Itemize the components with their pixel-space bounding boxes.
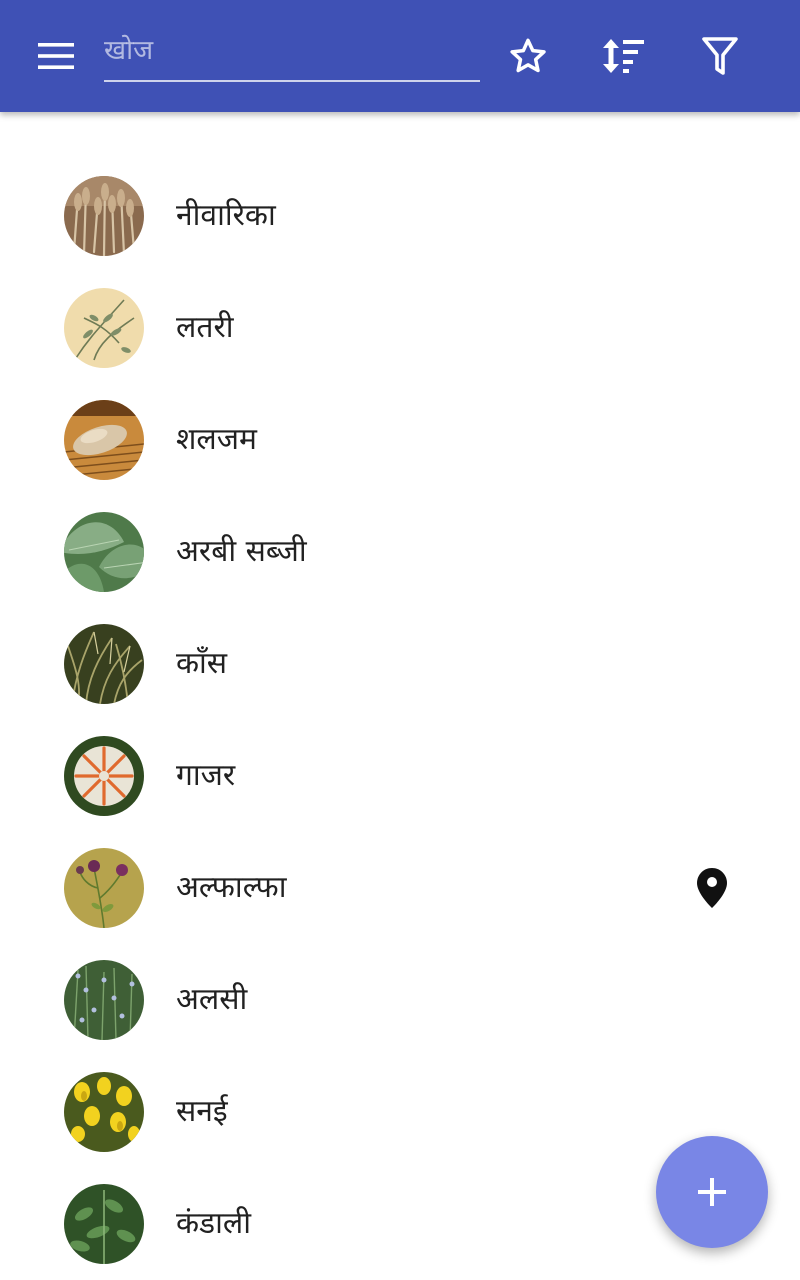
filter-icon (702, 37, 738, 75)
app-bar (0, 0, 800, 112)
plant-name: नीवारिका (176, 198, 276, 233)
plant-thumbnail (64, 1072, 144, 1152)
list-item[interactable]: शलजम (0, 384, 800, 496)
add-button[interactable] (656, 1136, 768, 1248)
plant-list: नीवारिका लतरी शलजम अरबी सब्जी काँस गाजर … (0, 160, 800, 1280)
wheat-field-image (64, 176, 144, 256)
plant-thumbnail (64, 176, 144, 256)
plant-name: कंडाली (176, 1206, 251, 1241)
filter-button[interactable] (692, 28, 748, 84)
turnip-image (64, 400, 144, 480)
list-item[interactable]: अलसी (0, 944, 800, 1056)
hamburger-menu-icon (38, 43, 74, 69)
sort-icon (603, 39, 644, 73)
search-input[interactable] (104, 30, 474, 70)
sunn-hemp-flowers-image (64, 1072, 144, 1152)
kans-grass-image (64, 624, 144, 704)
plant-name: काँस (176, 646, 228, 681)
plant-name: लतरी (176, 310, 234, 345)
location-marker[interactable] (690, 862, 734, 914)
favorites-button[interactable] (500, 28, 556, 84)
map-pin-icon (697, 868, 727, 908)
list-item[interactable]: काँस (0, 608, 800, 720)
plant-thumbnail (64, 848, 144, 928)
plant-name: शलजम (176, 422, 257, 457)
menu-button[interactable] (28, 28, 84, 84)
taro-leaves-image (64, 512, 144, 592)
plant-thumbnail (64, 400, 144, 480)
plant-thumbnail (64, 960, 144, 1040)
plus-icon (698, 1178, 726, 1206)
vetch-illustration-image (64, 288, 144, 368)
plant-name: अल्फाल्फा (176, 870, 287, 905)
plant-thumbnail (64, 736, 144, 816)
search-field[interactable] (104, 24, 480, 82)
plant-name: गाजर (176, 758, 236, 793)
plant-name: सनई (176, 1094, 228, 1129)
plant-thumbnail (64, 624, 144, 704)
plant-name: अरबी सब्जी (176, 534, 307, 569)
list-item[interactable]: अरबी सब्जी (0, 496, 800, 608)
list-item[interactable]: गाजर (0, 720, 800, 832)
alfalfa-flowers-image (64, 848, 144, 928)
carrots-image (64, 736, 144, 816)
plant-thumbnail (64, 1184, 144, 1264)
plant-name: अलसी (176, 982, 248, 1017)
list-item[interactable]: नीवारिका (0, 160, 800, 272)
plant-thumbnail (64, 512, 144, 592)
sort-button[interactable] (596, 28, 652, 84)
flax-plants-image (64, 960, 144, 1040)
star-outline-icon (510, 38, 546, 73)
plant-thumbnail (64, 288, 144, 368)
nettle-plant-image (64, 1184, 144, 1264)
list-item[interactable]: लतरी (0, 272, 800, 384)
list-item[interactable]: अल्फाल्फा (0, 832, 800, 944)
